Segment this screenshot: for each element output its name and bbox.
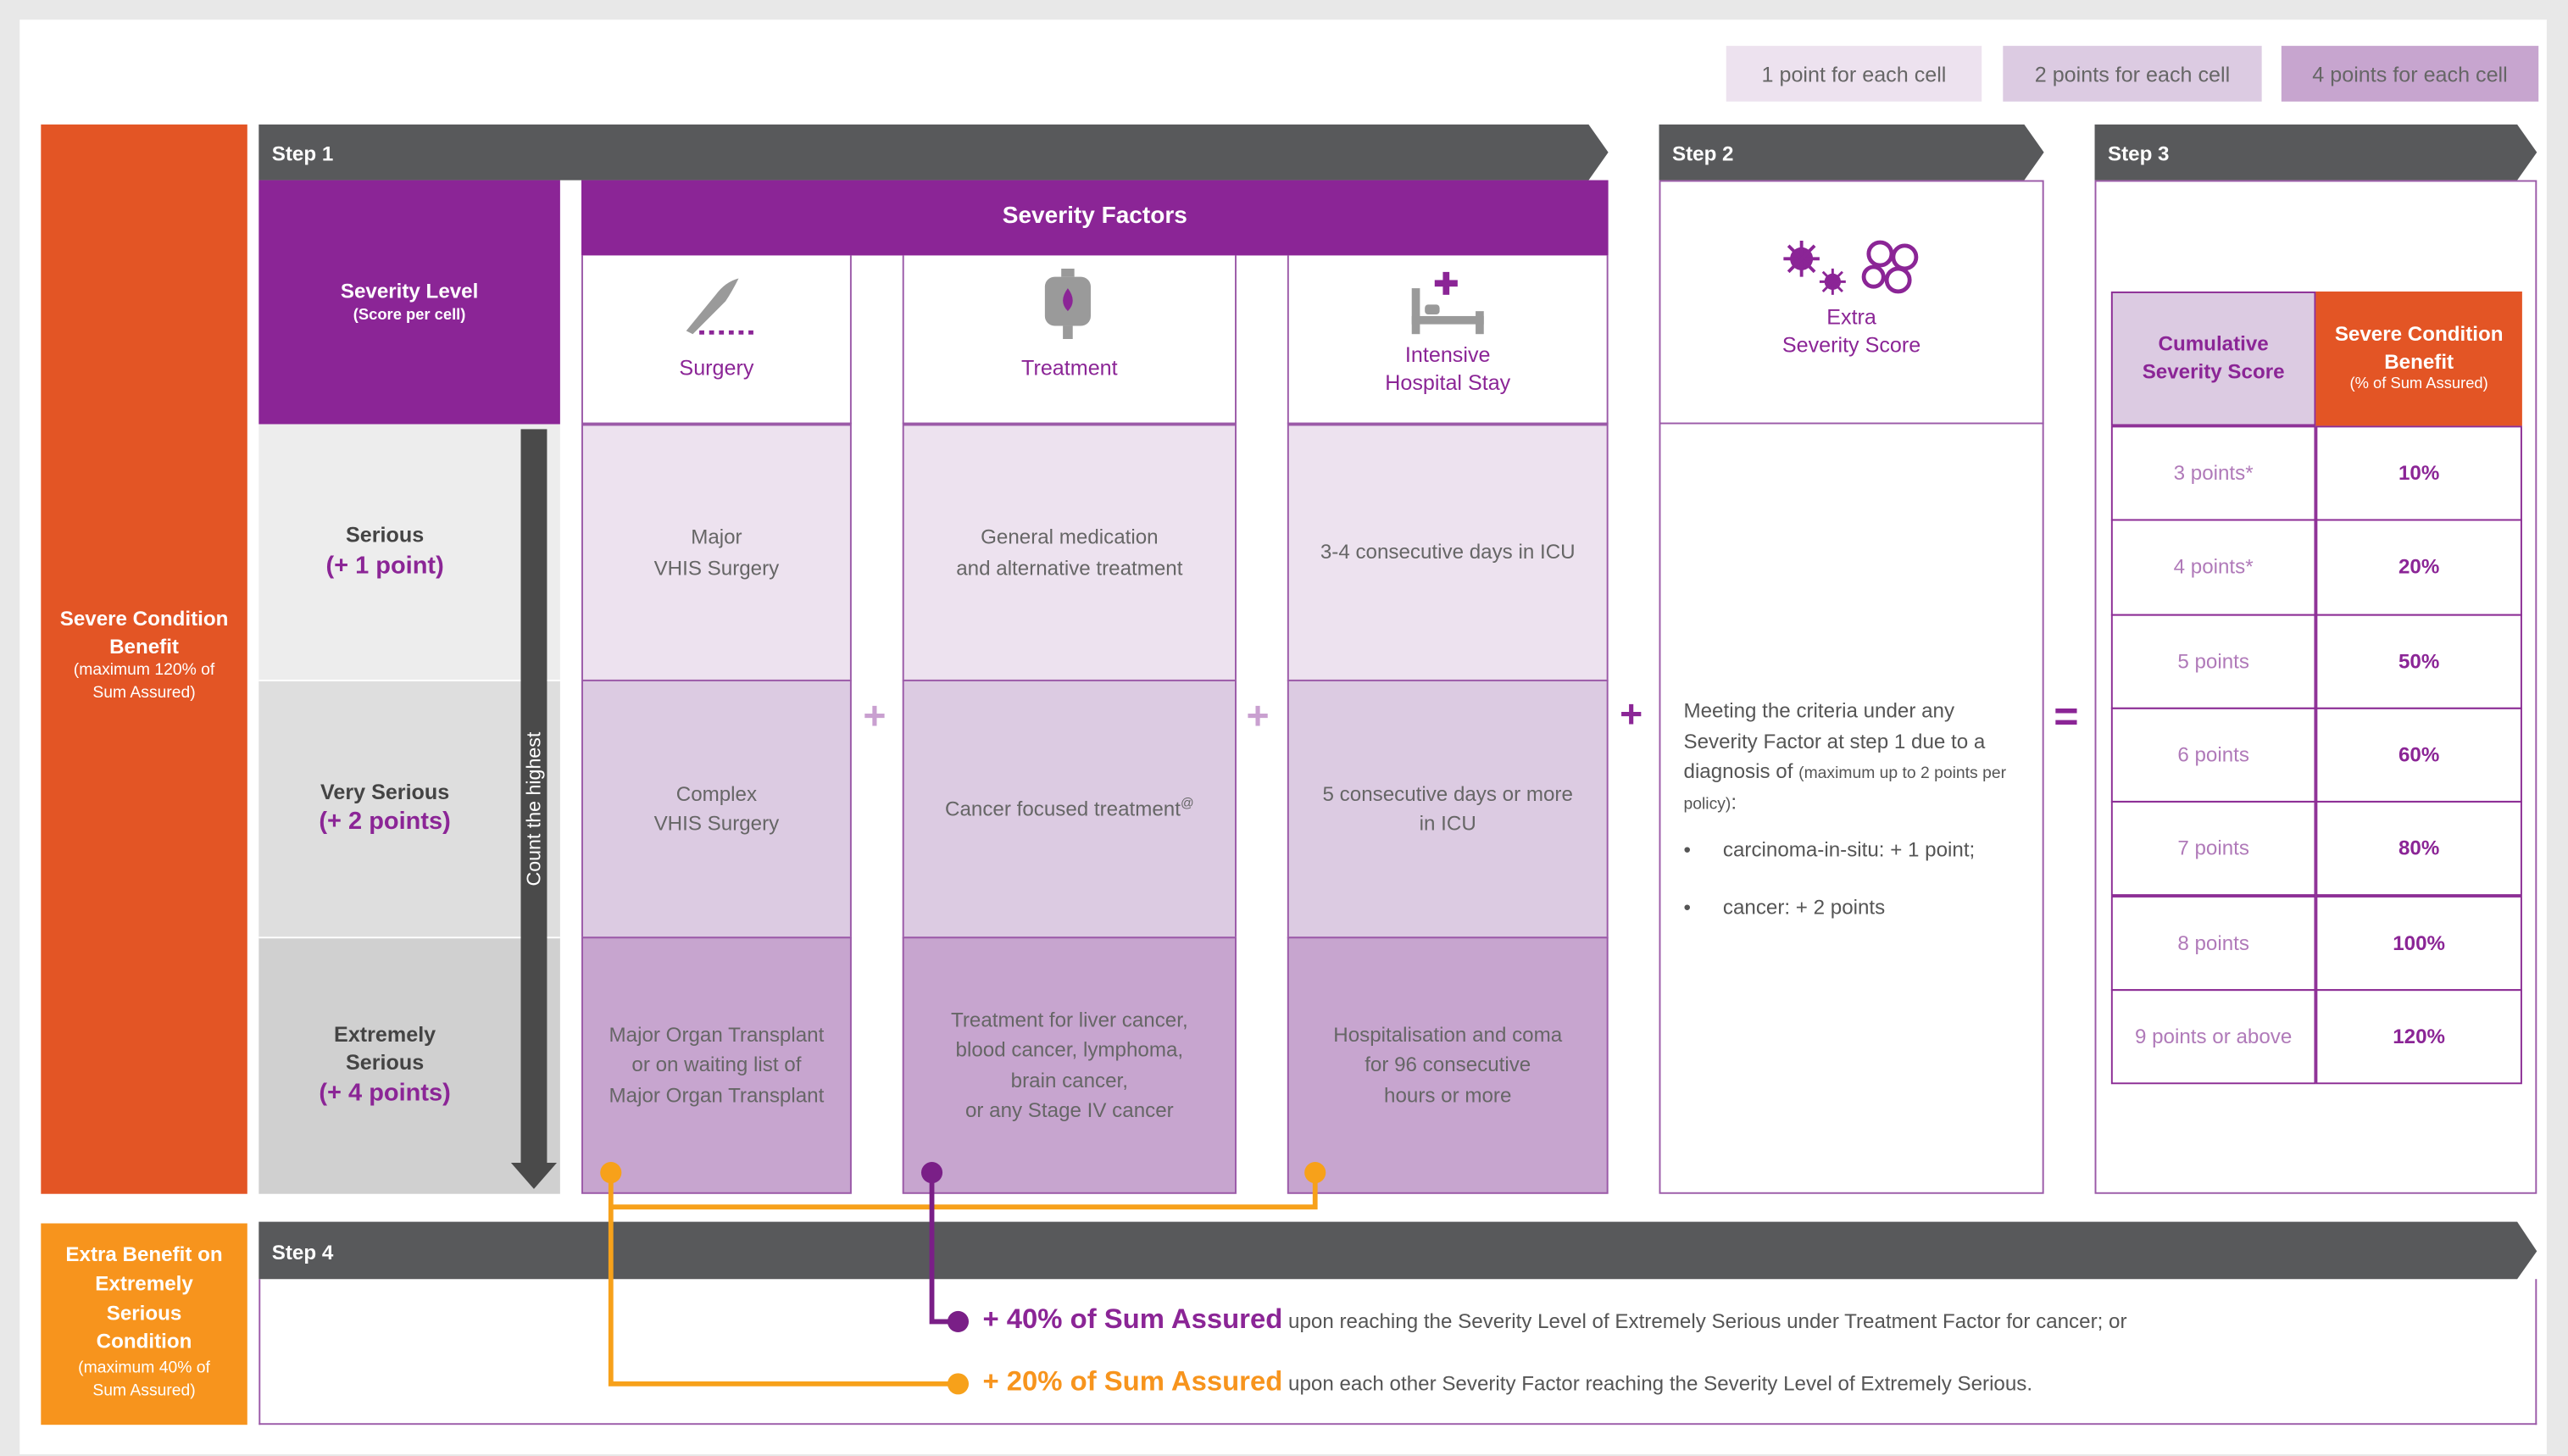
step4-panel — [258, 1279, 2537, 1425]
step4-line-cancer: + 40% of Sum Assured upon reaching the S… — [982, 1303, 2127, 1335]
step4-line-other: + 20% of Sum Assured upon each other Sev… — [982, 1365, 2033, 1398]
connector-lines — [600, 1162, 1326, 1395]
orange-dot — [1304, 1162, 1326, 1184]
orange-dot — [600, 1162, 622, 1184]
orange-connector — [610, 1172, 1318, 1210]
purple-dot — [920, 1162, 943, 1184]
